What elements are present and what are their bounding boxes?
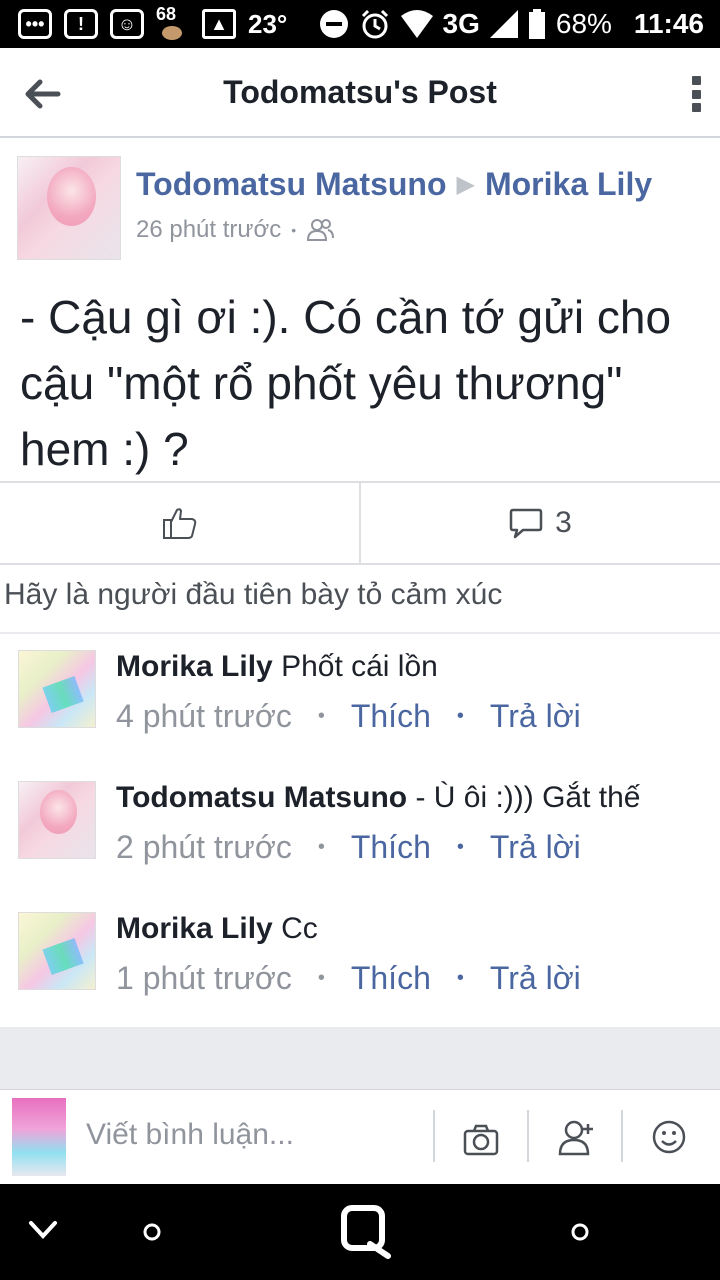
post-meta: 26 phút trước •: [136, 216, 335, 244]
comment-item: Morika Lily Cc 1 phút trước • Thích • Tr…: [0, 912, 720, 1012]
comment-item: Morika Lily Phốt cái lồn 4 phút trước • …: [0, 650, 720, 750]
battery-percent: 68%: [555, 8, 612, 39]
comment-text: Morika Lily Phốt cái lồn: [116, 650, 438, 684]
comment-like-link[interactable]: Thích: [351, 698, 431, 735]
comment-body: Cc: [281, 912, 318, 945]
divider: [527, 1110, 529, 1162]
more-options-icon[interactable]: [692, 76, 702, 112]
comment-body: Phốt cái lồn: [281, 650, 438, 683]
comment-count: 3: [555, 506, 572, 539]
reactions-prompt: Hãy là người đầu tiên bày tỏ cảm xúc: [4, 578, 503, 611]
meta-dot: •: [456, 836, 464, 858]
post-header: Todomatsu Matsuno ▶ Morika Lily 26 phút tr…: [0, 138, 720, 268]
temperature-text: 23°: [248, 8, 288, 39]
comment-like-link[interactable]: Thích: [351, 960, 431, 997]
comment-button[interactable]: 3: [359, 483, 720, 563]
meta-dot: •: [291, 222, 297, 238]
comment-time: 1 phút trước: [116, 960, 292, 996]
comment-bubble-icon: [509, 508, 543, 539]
commenter-avatar[interactable]: [18, 781, 96, 859]
post-author-name[interactable]: Todomatsu Matsuno: [136, 166, 447, 202]
alert-notification-icon: !: [64, 9, 98, 39]
feed-background: [0, 1027, 720, 1089]
comment-time: 2 phút trước: [116, 829, 292, 865]
do-not-disturb-icon: [319, 10, 348, 38]
comment-text: Morika Lily Cc: [116, 912, 318, 946]
system-nav-bar: [0, 1184, 720, 1280]
tag-friend-icon[interactable]: [558, 1120, 596, 1156]
post-target-name[interactable]: Morika Lily: [485, 166, 652, 202]
page-title: Todomatsu's Post: [223, 73, 497, 110]
friends-audience-icon: [307, 219, 335, 241]
commenter-name[interactable]: Morika Lily: [116, 912, 273, 945]
my-avatar: [12, 1098, 66, 1176]
facebook-notification-count: 68: [156, 4, 190, 44]
post-time: 26 phút trước: [136, 216, 282, 243]
like-button[interactable]: [0, 483, 359, 563]
emoji-icon[interactable]: [652, 1120, 686, 1154]
comment-input[interactable]: Viết bình luận...: [86, 1118, 294, 1152]
comment-composer: Viết bình luận...: [0, 1089, 720, 1185]
comment-body: - Ù ôi :))) Gắt thế: [415, 781, 641, 814]
comment-like-link[interactable]: Thích: [351, 829, 431, 866]
commenter-avatar[interactable]: [18, 912, 96, 990]
image-notification-icon: ▲: [202, 9, 236, 39]
app-bar: Todomatsu's Post: [0, 48, 720, 138]
post-author-line: Todomatsu Matsuno ▶ Morika Lily: [136, 166, 652, 203]
hide-keyboard-icon[interactable]: [28, 1220, 58, 1240]
emoji-notification-icon: ☺: [110, 9, 144, 39]
status-bar: ••• ! ☺ 68 ▲ 23° 3G 68% 11:46: [0, 0, 720, 48]
meta-dot: •: [456, 967, 464, 989]
clock: 11:46: [633, 8, 704, 39]
network-type: 3G: [442, 8, 480, 39]
chat-notification-icon: •••: [18, 9, 52, 39]
home-button-icon[interactable]: [340, 1204, 392, 1260]
divider: [621, 1110, 623, 1162]
commenter-name[interactable]: Todomatsu Matsuno: [116, 781, 407, 814]
meta-dot: •: [317, 967, 325, 989]
meta-dot: •: [317, 836, 325, 858]
comment-meta: 4 phút trước • Thích • Trả lời: [116, 698, 581, 735]
comment-meta: 1 phút trước • Thích • Trả lời: [116, 960, 581, 997]
comment-reply-link[interactable]: Trả lời: [490, 960, 581, 997]
nav-dot-icon[interactable]: [570, 1222, 590, 1242]
wifi-icon: [400, 10, 433, 38]
comment-meta: 2 phút trước • Thích • Trả lời: [116, 829, 581, 866]
battery-icon: [528, 9, 545, 39]
alarm-icon: [361, 9, 388, 39]
meta-dot: •: [456, 705, 464, 727]
comment-reply-link[interactable]: Trả lời: [490, 829, 581, 866]
meta-dot: •: [317, 705, 325, 727]
author-avatar[interactable]: [17, 156, 121, 260]
back-arrow-icon[interactable]: [22, 74, 62, 114]
divider: [0, 632, 720, 634]
to-arrow-icon: ▶: [456, 171, 475, 198]
comment-item: Todomatsu Matsuno - Ù ôi :))) Gắt thế 2 …: [0, 781, 720, 881]
comment-text: Todomatsu Matsuno - Ù ôi :))) Gắt thế: [116, 781, 640, 815]
post-body-text: - Cậu gì ơi :). Có cần tớ gửi cho cậu "m…: [20, 291, 672, 475]
thumbs-up-icon: [162, 508, 196, 539]
commenter-avatar[interactable]: [18, 650, 96, 728]
post-actions: 3: [0, 481, 720, 565]
comment-reply-link[interactable]: Trả lời: [490, 698, 581, 735]
commenter-name[interactable]: Morika Lily: [116, 650, 273, 683]
comment-time: 4 phút trước: [116, 698, 292, 734]
divider: [433, 1110, 435, 1162]
signal-icon: [489, 10, 518, 38]
camera-icon[interactable]: [463, 1124, 499, 1156]
nav-dot-icon[interactable]: [142, 1222, 162, 1242]
